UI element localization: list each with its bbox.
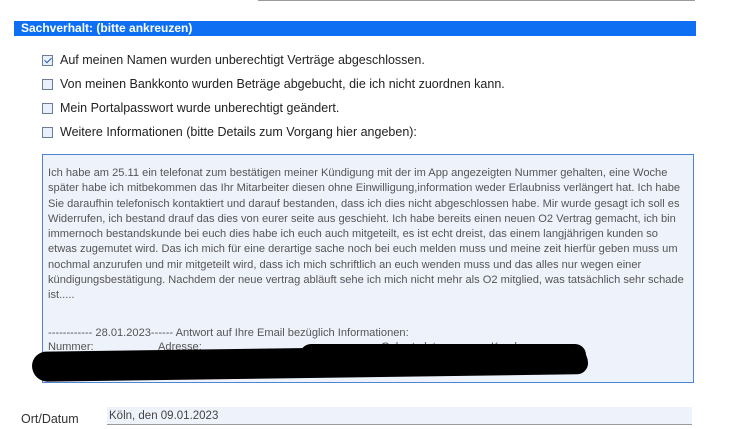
top-divider <box>258 0 695 1</box>
option-bank-debits[interactable]: Von meinen Bankkonto wurden Beträge abge… <box>42 76 505 92</box>
ort-datum-label: Ort/Datum <box>21 412 79 426</box>
option-label: Auf meinen Namen wurden unberechtigt Ver… <box>60 53 425 67</box>
option-unauthorized-contracts[interactable]: Auf meinen Namen wurden unberechtigt Ver… <box>42 52 425 68</box>
section-header: Sachverhalt: (bitte ankreuzen) <box>14 21 696 36</box>
reply-header: ------------ 28.01.2023------ Antwort au… <box>48 327 409 339</box>
option-label: Mein Portalpasswort wurde unberechtigt g… <box>60 101 340 115</box>
option-label: Weitere Informationen (bitte Details zum… <box>60 125 417 139</box>
ort-datum-field[interactable]: Köln, den 09.01.2023 <box>107 407 692 425</box>
option-further-info[interactable]: Weitere Informationen (bitte Details zum… <box>42 124 417 140</box>
checkbox-icon[interactable] <box>42 126 53 138</box>
option-portal-password[interactable]: Mein Portalpasswort wurde unberechtigt g… <box>42 100 339 116</box>
checkbox-icon[interactable] <box>42 78 53 90</box>
checkbox-checked-icon[interactable] <box>42 54 53 66</box>
option-label: Von meinen Bankkonto wurden Beträge abge… <box>60 77 505 91</box>
checkbox-icon[interactable] <box>42 102 53 114</box>
details-text: Ich habe am 25.11 ein telefonat zum best… <box>48 167 687 302</box>
